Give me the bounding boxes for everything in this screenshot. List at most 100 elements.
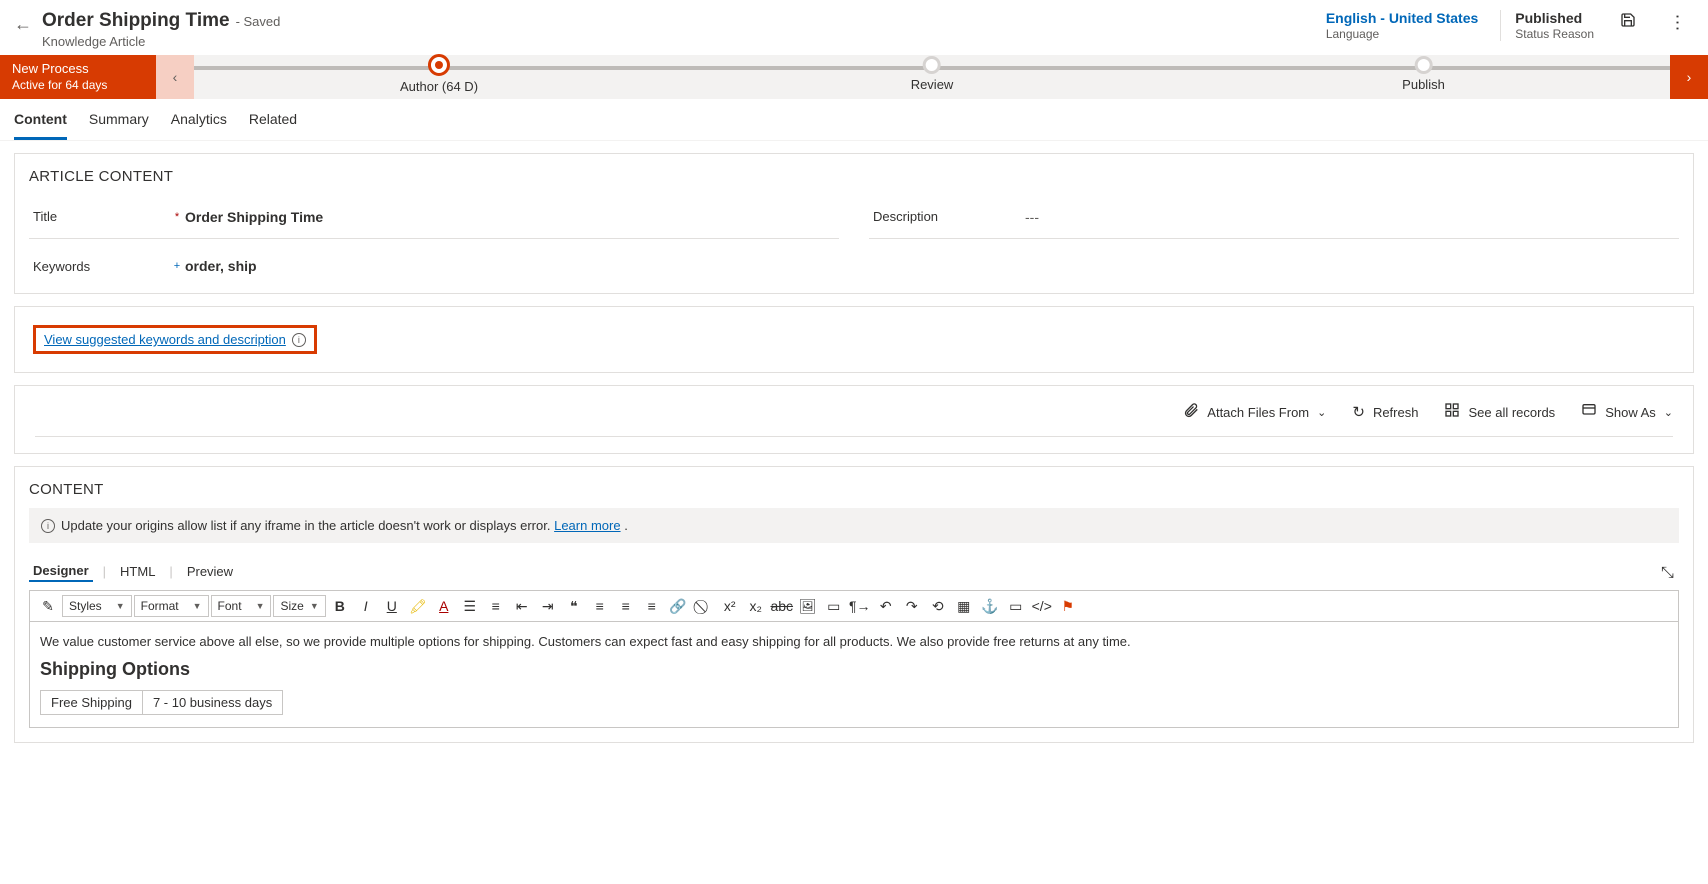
anchor-icon[interactable]: ⚓ (978, 595, 1002, 617)
shipping-heading: Shipping Options (40, 659, 1668, 680)
show-as-button[interactable]: Show As ⌄ (1581, 402, 1673, 422)
record-title-block: Order Shipping Time - Saved Knowledge Ar… (42, 10, 280, 49)
font-color-icon[interactable]: A (432, 595, 456, 617)
subscript-icon[interactable]: x₂ (744, 595, 768, 617)
language-label: Language (1326, 27, 1379, 41)
intro-paragraph: We value customer service above all else… (40, 634, 1668, 649)
recommended-icon: + (169, 260, 185, 272)
font-dropdown[interactable]: Font▼ (211, 595, 272, 617)
form-tabs: Content Summary Analytics Related (0, 99, 1708, 141)
tab-analytics[interactable]: Analytics (171, 111, 227, 140)
process-prev-button[interactable]: ‹ (156, 55, 194, 99)
unlink-icon[interactable]: ⃠ (692, 595, 716, 617)
business-process-flow: New Process Active for 64 days ‹ Author … (0, 55, 1708, 99)
indent-icon[interactable]: ⇥ (536, 595, 560, 617)
highlighted-suggestion: View suggested keywords and description … (33, 325, 317, 354)
attachment-icon (1183, 402, 1199, 422)
superscript-icon[interactable]: x² (718, 595, 742, 617)
flag-icon[interactable]: ⚑ (1056, 595, 1080, 617)
bold-icon[interactable]: B (328, 595, 352, 617)
link-icon[interactable]: 🔗 (666, 595, 690, 617)
article-section-title: ARTICLE CONTENT (29, 168, 1679, 185)
view-icon (1581, 402, 1597, 422)
iframe-warning-banner: i Update your origins allow list if any … (29, 508, 1679, 543)
quote-icon[interactable]: ❝ (562, 595, 586, 617)
format-painter-icon[interactable]: ✎ (36, 595, 60, 617)
outdent-icon[interactable]: ⇤ (510, 595, 534, 617)
tab-related[interactable]: Related (249, 111, 297, 140)
embed-icon[interactable]: ▭ (1004, 595, 1028, 617)
align-left-icon[interactable]: ≡ (588, 595, 612, 617)
chevron-down-icon: ⌄ (1317, 406, 1326, 419)
redo-icon[interactable]: ↷ (900, 595, 924, 617)
bullet-list-icon[interactable]: ☰ (458, 595, 482, 617)
attach-files-button[interactable]: Attach Files From ⌄ (1183, 402, 1326, 422)
process-next-button[interactable]: › (1670, 55, 1708, 99)
align-center-icon[interactable]: ≡ (614, 595, 638, 617)
underline-icon[interactable]: U (380, 595, 404, 617)
source-icon[interactable]: </> (1030, 595, 1054, 617)
stage-review[interactable]: Review (911, 55, 954, 92)
stage-dot-active (428, 54, 450, 76)
styles-dropdown[interactable]: Styles▼ (62, 595, 132, 617)
keywords-value: order, ship (185, 256, 839, 276)
stage-author[interactable]: Author (64 D) (400, 55, 478, 94)
status-block: Published Status Reason (1500, 10, 1594, 41)
format-dropdown[interactable]: Format▼ (134, 595, 209, 617)
grid-icon (1444, 402, 1460, 422)
description-label: Description (869, 209, 1009, 224)
description-field[interactable]: Description --- (869, 195, 1679, 239)
tab-summary[interactable]: Summary (89, 111, 149, 140)
status-value: Published (1515, 10, 1582, 26)
see-all-button[interactable]: See all records (1444, 402, 1555, 422)
refresh-button[interactable]: ↻ Refresh (1352, 403, 1418, 421)
info-icon: i (41, 519, 55, 533)
editor-tab-html[interactable]: HTML (116, 562, 159, 581)
content-editor-section: CONTENT i Update your origins allow list… (14, 466, 1694, 743)
more-menu-icon[interactable]: ⋯ (1665, 8, 1690, 38)
title-label: Title (29, 209, 169, 224)
process-name-tag[interactable]: New Process Active for 64 days (0, 55, 156, 99)
keywords-field[interactable]: Keywords + order, ship (29, 239, 839, 293)
keywords-label: Keywords (29, 259, 169, 274)
rte-content-area[interactable]: We value customer service above all else… (30, 622, 1678, 727)
language-selector[interactable]: English - United States Language (1326, 10, 1478, 41)
info-icon[interactable]: i (292, 333, 306, 347)
chevron-down-icon: ⌄ (1664, 406, 1673, 419)
table-row: Free Shipping 7 - 10 business days (41, 691, 283, 715)
status-label: Status Reason (1515, 27, 1594, 41)
back-button[interactable]: ← (14, 14, 32, 35)
rich-text-editor: ✎ Styles▼ Format▼ Font▼ Size▼ B I U 🖍 A … (29, 590, 1679, 728)
align-right-icon[interactable]: ≡ (640, 595, 664, 617)
refresh-icon: ↻ (1352, 403, 1365, 421)
iframe-icon[interactable]: ▭ (822, 595, 846, 617)
content-section-title: CONTENT (29, 481, 1679, 498)
view-suggestions-link[interactable]: View suggested keywords and description (44, 332, 286, 347)
clear-format-icon[interactable]: ⟲ (926, 595, 950, 617)
editor-tabs: Designer | HTML | Preview ⤢ (29, 561, 1679, 582)
strikethrough-icon[interactable]: abc (770, 595, 794, 617)
tab-content[interactable]: Content (14, 111, 67, 140)
highlight-icon[interactable]: 🖍 (406, 595, 430, 617)
image-icon[interactable]: 🖼 (796, 595, 820, 617)
learn-more-link[interactable]: Learn more (554, 518, 620, 533)
related-toolbar-section: Attach Files From ⌄ ↻ Refresh See all re… (14, 385, 1694, 454)
expand-editor-icon[interactable]: ⤢ (1658, 565, 1676, 578)
title-field[interactable]: Title * Order Shipping Time (29, 195, 839, 239)
ltr-icon[interactable]: ¶→ (848, 595, 872, 617)
save-icon[interactable] (1616, 10, 1640, 35)
editor-tab-preview[interactable]: Preview (183, 562, 237, 581)
table-icon[interactable]: ▦ (952, 595, 976, 617)
number-list-icon[interactable]: ≡ (484, 595, 508, 617)
required-icon: * (169, 211, 185, 223)
language-value: English - United States (1326, 10, 1478, 26)
stage-publish[interactable]: Publish (1402, 55, 1445, 92)
editor-tab-designer[interactable]: Designer (29, 561, 93, 582)
undo-icon[interactable]: ↶ (874, 595, 898, 617)
size-dropdown[interactable]: Size▼ (273, 595, 325, 617)
save-status: - Saved (236, 14, 281, 29)
italic-icon[interactable]: I (354, 595, 378, 617)
record-title: Order Shipping Time (42, 10, 230, 32)
process-name: New Process (12, 61, 144, 77)
process-duration: Active for 64 days (12, 78, 144, 93)
